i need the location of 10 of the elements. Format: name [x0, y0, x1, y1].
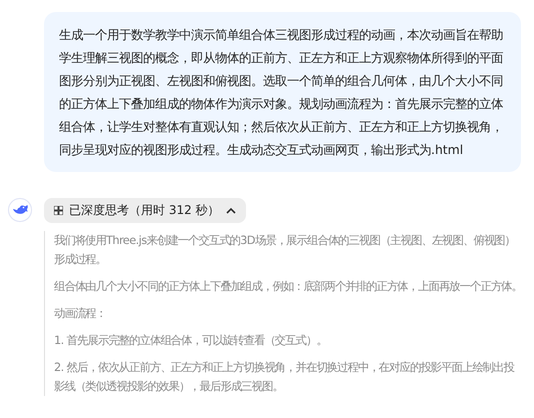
thinking-paragraph: 1. 首先展示完整的立体组合体，可以旋转查看（交互式）。	[54, 332, 328, 349]
thinking-paragraph: 我们将使用Three.js来创建一个交互式的3D场景，展示组合体的三视图（主视图、左视图、俯视图）形成过程。	[54, 232, 516, 268]
thinking-toggle[interactable]: 已深度思考（用时 312 秒）	[44, 198, 246, 223]
thinking-paragraph: 2. 然后，依次从正前方、正左方和正上方切换视角，并在切换过程中，在对应的投影平面上绘制出投影线（类似透视投影的效果），最后形成三视图。	[54, 359, 516, 395]
user-message: 生成一个用于数学教学中演示简单组合体三视图形成过程的动画，本次动画旨在帮助学生理解三视图的概念，即从物体的正前方、正左方和正上方观察物体所得到的平面图形分别为正视图、左视图和俯视图。选取一个简单的组合几何体，由几个大小不同的正方体上下叠加组成的物体作为演示对象。规划动画流程为：首先展示完整的立体组合体，让学生对整体有直观认知；然后依次从正前方、正左方和正上方切换视角，同步呈现对应的视图形成过程。生成动态交互式动画网页，输出形式为.html	[44, 12, 521, 172]
thinking-paragraph: 组合体由几个大小不同的正方体上下叠加组成，例如：底部两个并排的正方体，上面再放一个正方体。	[54, 278, 524, 295]
chevron-icon	[226, 207, 236, 214]
whale-avatar-icon	[8, 198, 32, 222]
thinking-paragraph: 动画流程：	[54, 305, 108, 322]
grid-icon	[54, 206, 63, 215]
